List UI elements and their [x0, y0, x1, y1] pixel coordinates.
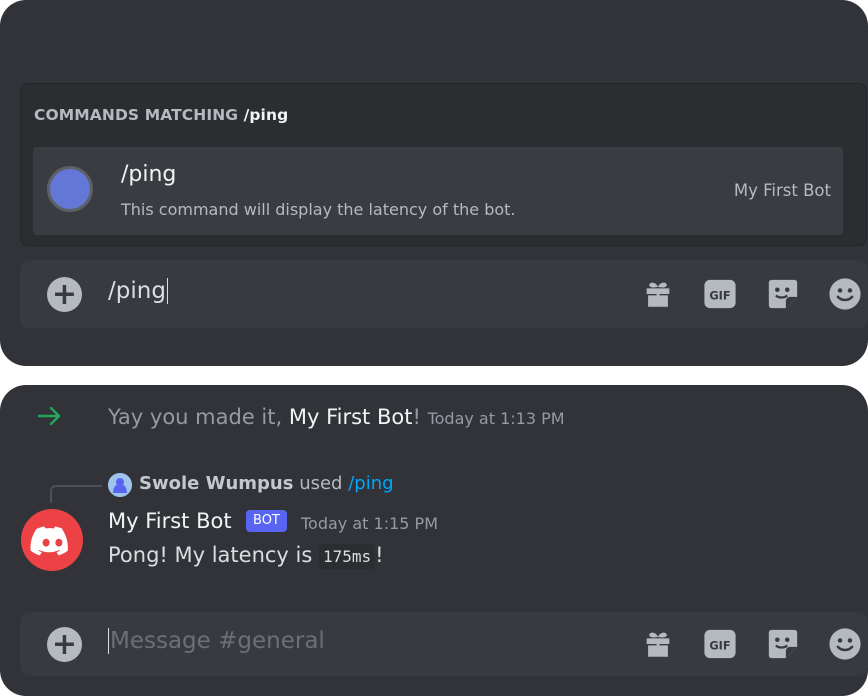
- join-text: Yay you made it,: [108, 405, 283, 429]
- autocomplete-title-prefix: COMMANDS MATCHING: [34, 106, 239, 124]
- autocomplete-title: COMMANDS MATCHING /ping: [34, 106, 288, 124]
- svg-text:GIF: GIF: [709, 289, 730, 303]
- autocomplete-query: /ping: [243, 106, 289, 124]
- gif-icon[interactable]: GIF: [703, 277, 737, 311]
- reply-connector: [50, 485, 102, 503]
- invoked-command-link[interactable]: /ping: [348, 473, 393, 494]
- used-text: used: [299, 473, 343, 494]
- message-composer-general[interactable]: + Message #general GIF: [20, 612, 868, 676]
- command-name: /ping: [121, 162, 177, 187]
- emoji-icon[interactable]: [828, 277, 862, 311]
- message-composer[interactable]: + /ping GIF: [20, 260, 868, 328]
- upload-plus-icon[interactable]: +: [47, 277, 82, 312]
- bot-badge: BOT: [246, 510, 287, 532]
- chat-panel: Yay you made it, My First Bot! Today at …: [0, 385, 868, 696]
- message-input-placeholder[interactable]: Message #general: [108, 628, 325, 654]
- latency-code: 175ms: [319, 544, 376, 569]
- user-avatar-icon[interactable]: [108, 473, 132, 497]
- join-text-end: !: [412, 405, 421, 429]
- command-autocomplete-popup: COMMANDS MATCHING /ping /ping This comma…: [20, 83, 867, 246]
- bot-avatar-icon: [47, 166, 93, 212]
- command-source: My First Bot: [733, 181, 831, 200]
- emoji-icon[interactable]: [828, 627, 862, 661]
- message-content: Pong! My latency is 175ms!: [108, 543, 384, 569]
- message-author[interactable]: My First Bot: [108, 509, 232, 533]
- message-timestamp: Today at 1:15 PM: [301, 514, 438, 533]
- bot-avatar[interactable]: [21, 509, 83, 571]
- message-input[interactable]: /ping: [108, 278, 168, 304]
- command-option-ping[interactable]: /ping This command will display the late…: [33, 147, 843, 235]
- gift-icon[interactable]: [641, 277, 675, 311]
- upload-plus-icon[interactable]: +: [47, 627, 82, 662]
- message-text-end: !: [375, 543, 384, 567]
- command-description: This command will display the latency of…: [121, 200, 516, 219]
- sticker-icon[interactable]: [766, 277, 800, 311]
- join-username[interactable]: My First Bot: [289, 405, 413, 429]
- command-panel: COMMANDS MATCHING /ping /ping This comma…: [0, 0, 868, 366]
- svg-text:GIF: GIF: [709, 639, 730, 653]
- command-invocation: Swole Wumpus used /ping: [139, 473, 394, 494]
- gift-icon[interactable]: [641, 627, 675, 661]
- invoker-username[interactable]: Swole Wumpus: [139, 473, 293, 494]
- discord-logo-icon: [30, 526, 68, 556]
- message-text: Pong! My latency is: [108, 543, 313, 567]
- gif-icon[interactable]: GIF: [703, 627, 737, 661]
- sticker-icon[interactable]: [766, 627, 800, 661]
- join-arrow-icon: [36, 402, 64, 430]
- join-system-message: Yay you made it, My First Bot! Today at …: [108, 405, 565, 429]
- join-timestamp: Today at 1:13 PM: [427, 409, 565, 428]
